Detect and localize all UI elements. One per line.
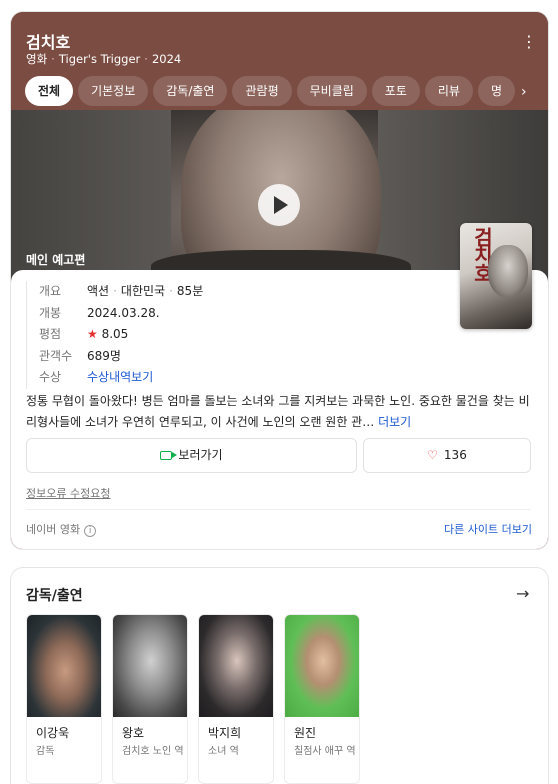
arrow-right-icon[interactable]: → (516, 584, 529, 603)
tab-all[interactable]: 전체 (25, 76, 74, 106)
heart-icon: ♡ (427, 448, 438, 462)
meta-year: 2024 (151, 52, 182, 66)
person-role: 칠점사 애꾸 역 (294, 746, 356, 757)
trailer-label: 메인 예고편 (26, 253, 86, 267)
video-camera-icon (160, 451, 178, 460)
tab-photos[interactable]: 포토 (371, 76, 420, 106)
detail-audience: 관객수 689명 (39, 348, 121, 363)
info-icon[interactable]: i (84, 525, 97, 537)
cast-section-title[interactable]: 감독/출연 (26, 585, 83, 605)
detail-rating: 평점 ★ 8.05 (39, 327, 129, 341)
person-name: 박지희 (208, 726, 242, 740)
detail-release: 개봉 2024.03.28. (39, 305, 160, 320)
star-icon: ★ (87, 327, 98, 341)
play-icon[interactable] (258, 184, 300, 226)
meta-type: 영화 (26, 52, 48, 66)
watch-label: 보러가기 (178, 448, 223, 462)
synopsis: 정통 무협이 돌아왔다! 병든 엄마를 돌보는 소녀와 그를 지켜보는 과묵한 … (26, 391, 535, 433)
meta-english-title: Tiger's Trigger (58, 52, 141, 66)
source-label: 네이버 영화 i (26, 521, 97, 537)
divider (26, 509, 531, 510)
avatar (113, 615, 187, 717)
awards-link[interactable]: 수상내역보기 (87, 370, 153, 384)
tab-director-cast[interactable]: 감독/출연 (153, 76, 228, 106)
details-list: 개요 액션 · 대한민국 · 85분 개봉 2024.03.28. 평점 ★ 8.05 관객수… (26, 281, 446, 389)
like-count: 136 (443, 448, 467, 462)
tab-reviews[interactable]: 리뷰 (424, 76, 473, 106)
other-sites-link[interactable]: 다른 사이트 더보기 (444, 521, 532, 537)
cast-person[interactable]: 원진 칠점사 애꾸 역 (284, 614, 360, 784)
person-name: 왕호 (122, 726, 145, 740)
cast-person[interactable]: 박지희 소녀 역 (198, 614, 274, 784)
tab-bar: 전체 기본정보 감독/출연 관람평 무비클립 포토 리뷰 명 (25, 76, 515, 106)
cast-person[interactable]: 왕호 검치호 노인 역 (112, 614, 188, 784)
avatar (27, 615, 101, 717)
movie-poster[interactable]: 검치호 (460, 223, 532, 329)
movie-meta: 영화 · Tiger's Trigger · 2024 (26, 52, 182, 66)
tab-reviews-rating[interactable]: 관람평 (232, 76, 292, 106)
avatar (285, 615, 359, 717)
tab-quotes[interactable]: 명 (477, 76, 515, 106)
tab-movie-clips[interactable]: 무비클립 (296, 76, 367, 106)
detail-overview: 개요 액션 · 대한민국 · 85분 (39, 284, 204, 298)
tab-basic-info[interactable]: 기본정보 (78, 76, 149, 106)
cast-person[interactable]: 이강욱 감독 (26, 614, 102, 784)
person-name: 이강욱 (36, 726, 70, 740)
detail-awards: 수상 수상내역보기 (39, 370, 154, 384)
poster-portrait (488, 245, 528, 297)
more-vert-icon[interactable]: ⋮ (519, 32, 539, 52)
synopsis-more-link[interactable]: 더보기 (378, 415, 411, 429)
synopsis-text: 정통 무협이 돌아왔다! 병든 엄마를 돌보는 소녀와 그를 지켜보는 과묵한 … (26, 394, 530, 429)
cast-card: 감독/출연 → 이강욱 감독 왕호 검치호 노인 역 박지희 소녀 역 원진 칠… (11, 568, 548, 784)
avatar (199, 615, 273, 717)
watch-button[interactable]: 보러가기 (26, 438, 357, 473)
person-name: 원진 (294, 726, 317, 740)
movie-info-card: 검치호 영화 · Tiger's Trigger · 2024 ⋮ 전체 기본정보 감독/출… (11, 12, 548, 549)
person-role: 검치호 노인 역 (122, 746, 184, 757)
like-button[interactable]: ♡ 136 (363, 438, 531, 473)
person-role: 감독 (36, 746, 55, 757)
movie-title[interactable]: 검치호 (26, 29, 70, 53)
person-role: 소녀 역 (208, 746, 239, 757)
report-error-link[interactable]: 정보오류 수정요청 (26, 485, 110, 501)
chevron-right-icon[interactable]: › (521, 84, 527, 100)
header-area: 검치호 영화 · Tiger's Trigger · 2024 ⋮ 전체 기본정보 감독/출… (11, 12, 548, 122)
